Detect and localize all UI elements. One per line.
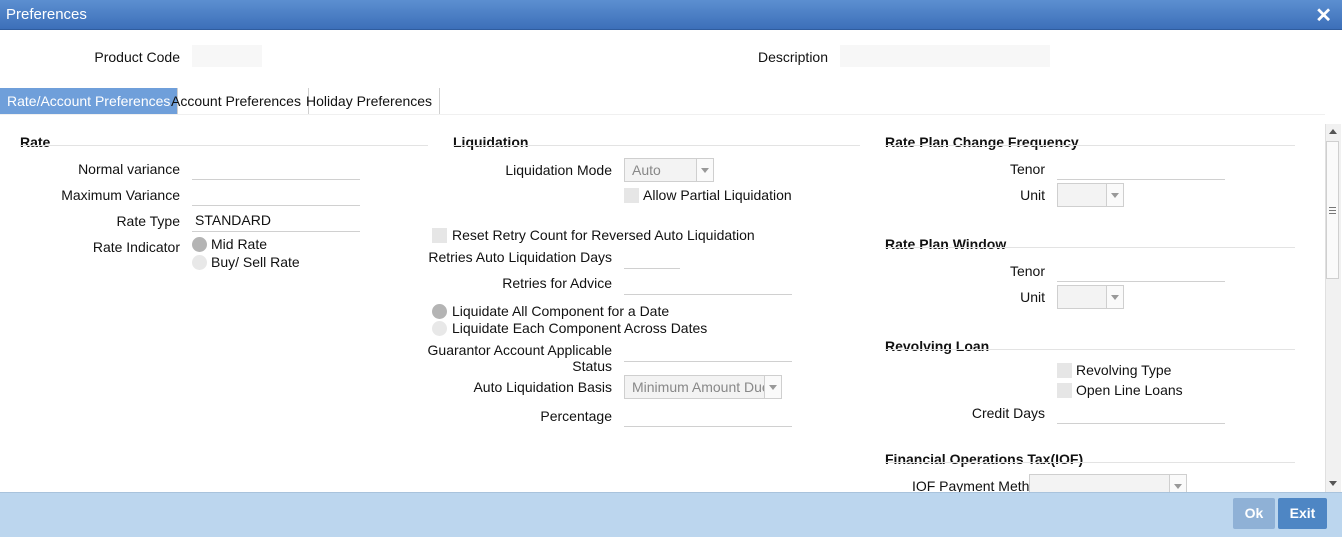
liquidate-each-component-radio[interactable] xyxy=(432,321,447,336)
liquidation-mode-value: Auto xyxy=(632,162,661,178)
grip-icon xyxy=(1329,207,1336,208)
liquidation-mode-label: Liquidation Mode xyxy=(505,162,612,178)
liquidate-all-component-radio[interactable] xyxy=(432,304,447,319)
retries-days-field[interactable] xyxy=(624,248,680,269)
credit-days-field[interactable] xyxy=(1057,403,1225,424)
rate-plan-change-tenor-label: Tenor xyxy=(1009,161,1045,177)
description-field[interactable] xyxy=(840,45,1050,67)
rate-plan-change-header: Rate Plan Change Frequency xyxy=(885,134,1079,150)
guarantor-label-line2: Status xyxy=(572,358,612,374)
revolving-type-label: Revolving Type xyxy=(1076,362,1172,378)
title-bar xyxy=(0,0,1342,30)
rate-plan-window-unit-select[interactable] xyxy=(1057,285,1124,309)
exit-button[interactable]: Exit xyxy=(1278,498,1327,529)
liquidate-all-component-label: Liquidate All Component for a Date xyxy=(452,303,670,319)
close-icon[interactable]: ✕ xyxy=(1315,3,1332,28)
chevron-down-icon xyxy=(1106,286,1123,308)
tab-holiday-preferences[interactable]: Holiday Preferences xyxy=(299,88,441,114)
guarantor-status-field[interactable] xyxy=(624,341,792,362)
revolving-loan-header: Revolving Loan xyxy=(885,338,990,354)
rate-plan-change-unit-select[interactable] xyxy=(1057,183,1124,207)
tab-rate-account-preferences[interactable]: Rate/Account Preferences xyxy=(0,88,179,114)
normal-variance-field[interactable] xyxy=(192,159,360,180)
retries-days-label: Retries Auto Liquidation Days xyxy=(428,249,612,265)
allow-partial-liquidation-checkbox[interactable] xyxy=(624,188,639,203)
revolving-type-checkbox[interactable] xyxy=(1057,363,1072,378)
window-title: Preferences xyxy=(6,6,87,23)
scroll-down-icon[interactable] xyxy=(1329,481,1337,486)
maximum-variance-field[interactable] xyxy=(192,185,360,206)
auto-liquidation-basis-select[interactable]: Minimum Amount Due xyxy=(624,375,782,399)
ok-button[interactable]: Ok xyxy=(1233,498,1275,529)
rate-indicator-label: Rate Indicator xyxy=(92,239,180,255)
tab-divider xyxy=(0,114,1325,115)
rate-type-label: Rate Type xyxy=(116,213,180,229)
open-line-loans-checkbox[interactable] xyxy=(1057,383,1072,398)
rate-plan-change-tenor-field[interactable] xyxy=(1057,159,1225,180)
percentage-label: Percentage xyxy=(540,408,612,424)
buy-sell-rate-radio[interactable] xyxy=(192,255,207,270)
liquidation-mode-select[interactable]: Auto xyxy=(624,158,714,182)
liquidate-each-component-label: Liquidate Each Component Across Dates xyxy=(452,320,708,336)
rate-plan-change-unit-label: Unit xyxy=(1020,187,1045,203)
rate-plan-window-tenor-label: Tenor xyxy=(1009,263,1045,279)
iof-header: Financial Operations Tax(IOF) xyxy=(885,451,1084,467)
liquidation-header-rule xyxy=(453,145,860,146)
percentage-field[interactable] xyxy=(624,406,792,427)
reset-retry-checkbox[interactable] xyxy=(432,228,447,243)
rate-header-rule xyxy=(20,145,428,146)
tab-account-preferences[interactable]: Account Preferences xyxy=(164,88,309,114)
buy-sell-rate-label: Buy/ Sell Rate xyxy=(211,254,300,270)
maximum-variance-label: Maximum Variance xyxy=(61,187,180,203)
allow-partial-liquidation-label: Allow Partial Liquidation xyxy=(643,187,792,203)
chevron-down-icon xyxy=(764,376,781,398)
auto-liquidation-basis-label: Auto Liquidation Basis xyxy=(473,379,612,395)
rate-type-value: STANDARD xyxy=(195,212,271,228)
product-code-label: Product Code xyxy=(94,49,180,65)
rate-plan-window-tenor-field[interactable] xyxy=(1057,261,1225,282)
mid-rate-radio[interactable] xyxy=(192,237,207,252)
revolving-loan-rule xyxy=(885,349,1295,350)
guarantor-label-line1: Guarantor Account Applicable xyxy=(427,342,612,358)
rate-plan-window-rule xyxy=(885,247,1295,248)
chevron-down-icon xyxy=(696,159,713,181)
auto-liquidation-basis-value: Minimum Amount Due xyxy=(632,379,770,395)
credit-days-label: Credit Days xyxy=(971,405,1045,421)
mid-rate-label: Mid Rate xyxy=(211,236,268,252)
rate-plan-window-unit-label: Unit xyxy=(1020,289,1045,305)
chevron-down-icon xyxy=(1106,184,1123,206)
scroll-up-icon[interactable] xyxy=(1329,129,1337,134)
product-code-field[interactable] xyxy=(192,45,262,67)
reset-retry-label: Reset Retry Count for Reversed Auto Liqu… xyxy=(452,227,755,243)
rate-header: Rate xyxy=(20,134,51,150)
retries-advice-label: Retries for Advice xyxy=(502,275,612,291)
liquidation-header: Liquidation xyxy=(453,134,529,150)
retries-advice-field[interactable] xyxy=(624,274,792,295)
rate-plan-change-rule xyxy=(885,145,1295,146)
rate-plan-window-header: Rate Plan Window xyxy=(885,236,1007,252)
description-label: Description xyxy=(757,49,828,65)
iof-rule xyxy=(885,462,1295,463)
normal-variance-label: Normal variance xyxy=(78,161,180,177)
rate-type-field[interactable]: STANDARD xyxy=(192,211,360,232)
open-line-loans-label: Open Line Loans xyxy=(1076,382,1183,398)
footer-bar xyxy=(0,492,1342,537)
